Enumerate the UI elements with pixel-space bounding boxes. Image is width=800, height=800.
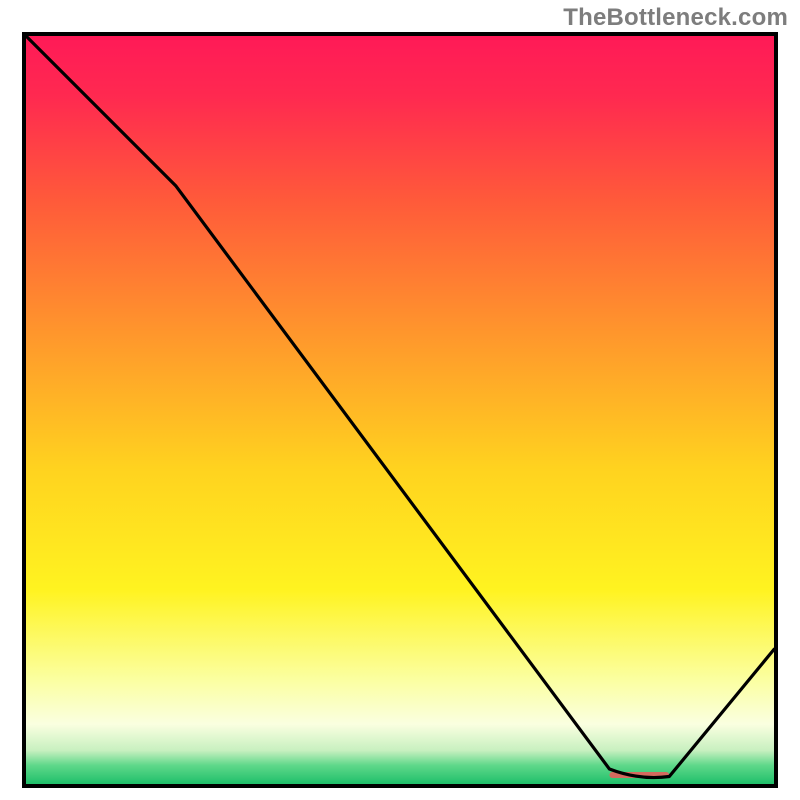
plot-area: [22, 32, 778, 788]
watermark-label: TheBottleneck.com: [563, 4, 788, 32]
chart-frame: TheBottleneck.com: [0, 0, 800, 800]
chart-svg: [26, 36, 774, 784]
